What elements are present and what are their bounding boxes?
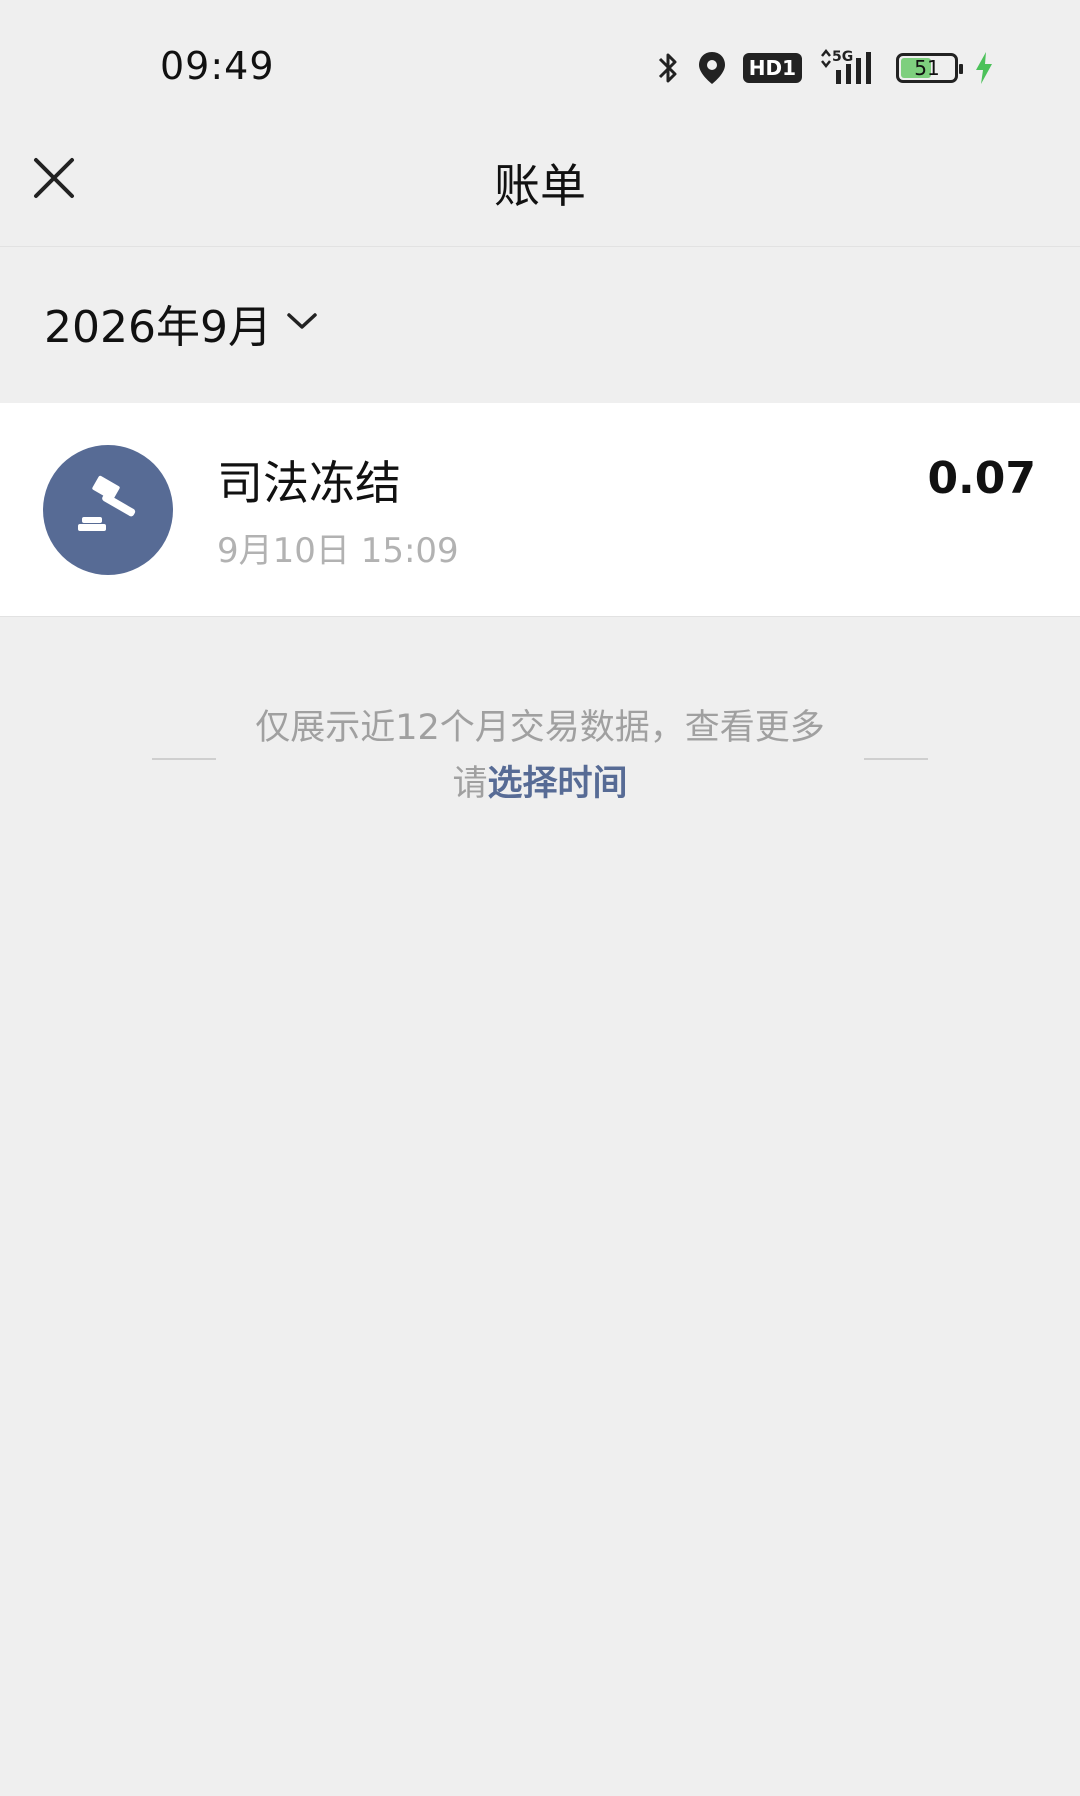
battery-icon: 51 [896, 53, 963, 83]
battery-level: 51 [914, 56, 940, 80]
hd-icon: HD1 [742, 53, 802, 83]
network-label: 5G [832, 49, 853, 65]
select-time-link[interactable]: 选择时间 [488, 764, 628, 804]
charging-icon [974, 51, 994, 85]
status-time: 09:49 [160, 44, 275, 88]
nav-bar: 账单 [0, 140, 1080, 247]
page-title: 账单 [494, 159, 586, 213]
divider-right [864, 758, 928, 760]
status-bar: 09:49 HD1 5G 51 [0, 0, 1080, 140]
gavel-icon [43, 445, 173, 575]
transaction-title: 司法冻结 [217, 456, 401, 510]
status-icons: HD1 5G 51 [655, 46, 994, 90]
history-notice: 仅展示近12个月交易数据，查看更多请选择时间 [0, 700, 1080, 820]
chevron-down-icon [286, 310, 318, 336]
5g-signal-icon: 5G [818, 48, 880, 88]
location-icon [697, 50, 727, 86]
month-label: 2026年9月 [44, 302, 272, 353]
divider-left [152, 758, 216, 760]
transaction-amount: 0.07 [927, 453, 1036, 504]
transaction-row[interactable]: 司法冻结 9月10日 15:09 0.07 [0, 403, 1080, 617]
notice-text: 仅展示近12个月交易数据，查看更多请选择时间 [250, 700, 830, 812]
bluetooth-icon [655, 50, 681, 86]
transaction-time: 9月10日 15:09 [217, 531, 459, 571]
month-bar: 2026年9月 [0, 247, 1080, 402]
month-selector[interactable]: 2026年9月 [44, 291, 318, 355]
